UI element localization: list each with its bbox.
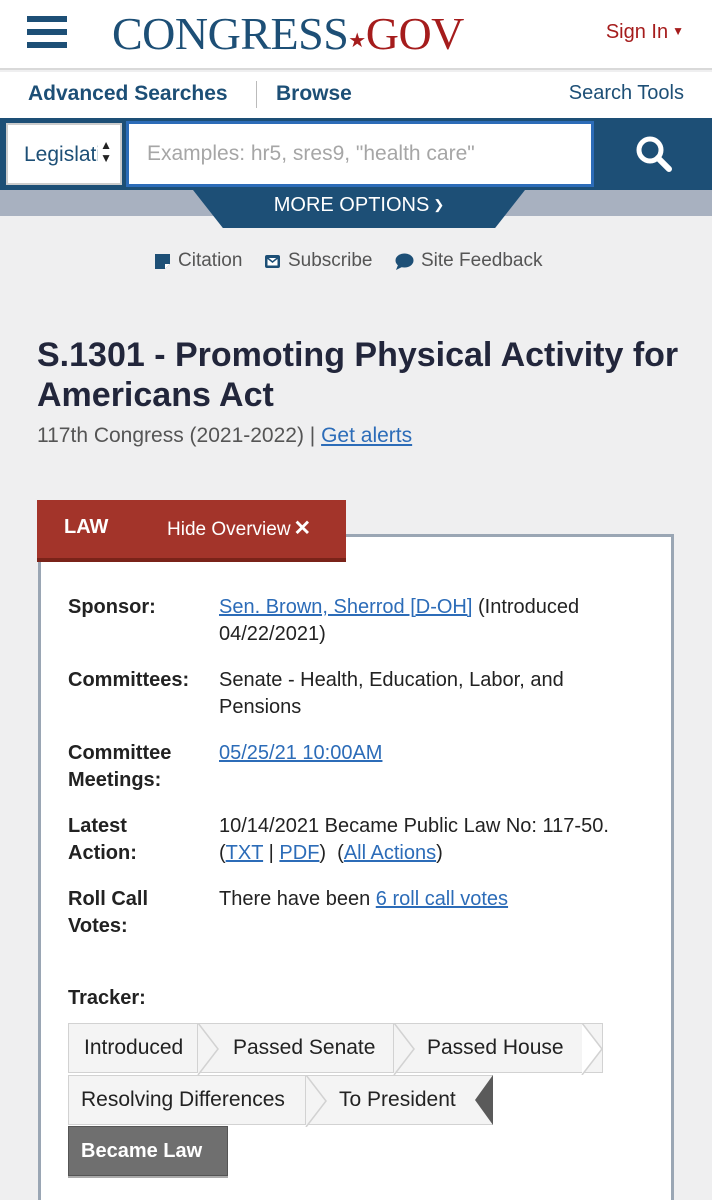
roll-call-value: There have been 6 roll call votes: [219, 888, 509, 910]
committees-label: Committees:: [68, 669, 190, 691]
committee-meetings-label: Committee Meetings:: [68, 742, 172, 791]
envelope-icon: [265, 254, 280, 268]
search-tools-link[interactable]: Search Tools: [569, 82, 684, 105]
committee-meeting-link[interactable]: 05/25/21 10:00AM: [219, 742, 382, 764]
all-actions-link[interactable]: All Actions: [344, 842, 436, 864]
site-header: CONGRESS★GOV Sign In ▼: [0, 0, 712, 70]
search-bar: Legislation ▲▼: [0, 118, 712, 190]
menu-icon[interactable]: [27, 16, 67, 52]
bill-title: S.1301 - Promoting Physical Activity for…: [37, 336, 679, 414]
search-input[interactable]: [126, 121, 594, 187]
sponsor-value: Sen. Brown, Sherrod [D-OH] (Introduced 0…: [219, 596, 580, 645]
tracker-chevron-icon: [305, 1075, 327, 1127]
tracker-step: Resolving Differences: [68, 1075, 306, 1125]
roll-call-label: Roll Call Votes:: [68, 888, 149, 937]
site-feedback-link[interactable]: Site Feedback: [395, 250, 542, 272]
hide-overview-button[interactable]: Hide Overview ✕: [167, 516, 311, 541]
more-options-button[interactable]: MORE OPTIONS ❯: [193, 190, 525, 228]
tracker-chevron-icon: [581, 1023, 603, 1075]
search-button[interactable]: [596, 118, 712, 190]
citation-link[interactable]: Citation: [154, 250, 242, 272]
latest-action-value: 10/14/2021 Became Public Law No: 117-50.…: [219, 815, 609, 864]
committees-value: Senate - Health, Education, Labor, and P…: [219, 669, 564, 718]
txt-link[interactable]: TXT: [226, 842, 263, 864]
nav-divider: [256, 81, 257, 108]
sponsor-link[interactable]: Sen. Brown, Sherrod [D-OH]: [219, 596, 472, 618]
status-badge: LAW: [64, 516, 109, 538]
status-tab: LAW Hide Overview ✕: [37, 500, 346, 558]
chevron-down-icon: ❯: [433, 197, 445, 212]
tracker-chevron-icon: [393, 1023, 415, 1075]
search-scope-select[interactable]: Legislation ▲▼: [6, 123, 122, 185]
close-icon: ✕: [293, 517, 312, 540]
tracker-label: Tracker:: [68, 987, 146, 1009]
step-arrow: [475, 1075, 493, 1125]
speech-bubble-icon: [395, 253, 414, 270]
advanced-searches-link[interactable]: Advanced Searches: [28, 82, 228, 106]
citation-icon: [155, 253, 170, 269]
committee-meetings-value: 05/25/21 10:00AM: [219, 740, 629, 767]
pdf-link[interactable]: PDF: [279, 842, 319, 864]
sign-in-button[interactable]: Sign In ▼: [606, 21, 684, 44]
tracker-step: Introduced: [68, 1023, 198, 1073]
search-scope-value: Legislation: [24, 143, 98, 166]
congress-gov-logo[interactable]: CONGRESS★GOV: [112, 8, 464, 60]
latest-action-label: Latest Action:: [68, 815, 137, 864]
select-arrows-icon: ▲ ▼: [100, 138, 112, 165]
tracker-step-current: Became Law: [68, 1126, 228, 1176]
get-alerts-link[interactable]: Get alerts: [321, 424, 412, 447]
search-icon: [636, 136, 672, 172]
congress-info: 117th Congress (2021-2022) | Get alerts: [37, 424, 413, 447]
tracker-step: Passed Senate: [198, 1023, 394, 1073]
secondary-nav: Advanced Searches Browse Search Tools: [0, 72, 712, 118]
browse-link[interactable]: Browse: [276, 82, 352, 106]
caret-down-icon: ▼: [672, 24, 684, 38]
tracker-chevron-icon: [197, 1023, 219, 1075]
roll-call-votes-link[interactable]: 6 roll call votes: [376, 888, 508, 910]
tracker-step: Passed House: [393, 1023, 603, 1073]
sponsor-label: Sponsor:: [68, 596, 156, 618]
subscribe-link[interactable]: Subscribe: [264, 250, 373, 272]
tracker-step: To President: [305, 1075, 493, 1125]
